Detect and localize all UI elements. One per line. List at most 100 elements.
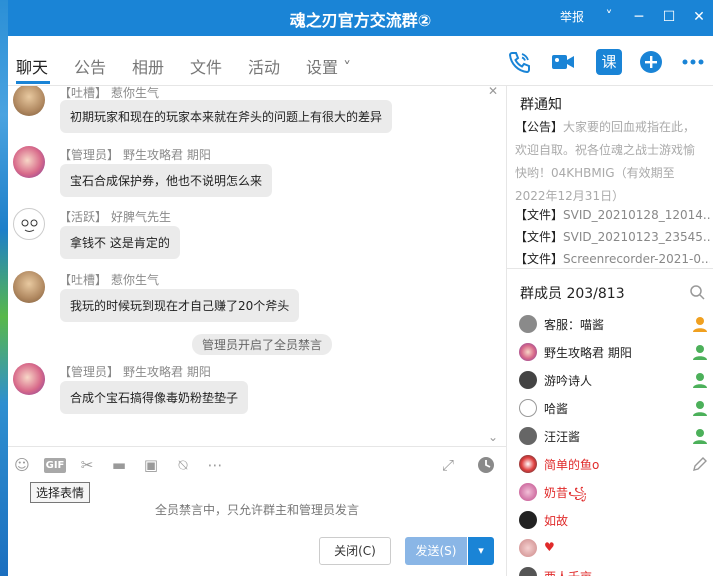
file-item[interactable]: 【文件】SVID_20210123_23545...: [515, 228, 710, 245]
history-clock-icon[interactable]: [476, 455, 496, 475]
member-item[interactable]: 哈酱: [519, 397, 709, 421]
search-icon[interactable]: [689, 284, 705, 300]
folder-icon[interactable]: ▬: [109, 455, 129, 475]
video-icon[interactable]: [550, 49, 576, 75]
more-icon[interactable]: [680, 49, 706, 75]
group-notice[interactable]: 【公告】大家要的回血戒指在此，欢迎自取。祝各位魂之战士游戏愉快哟！04KHBMI…: [515, 116, 705, 208]
member-nick[interactable]: 野生攻略君 期阳: [123, 365, 211, 379]
muted-info-text: 全员禁言中，只允许群主和管理员发言: [154, 503, 359, 517]
title-bar: 魂之刃官方交流群② 举报 ˅ ─ ☐ ✕: [8, 0, 713, 36]
member-item[interactable]: 游吟诗人: [519, 369, 709, 393]
scissors-icon[interactable]: ✂: [77, 455, 97, 475]
image-icon[interactable]: ▣: [141, 455, 161, 475]
member-name: 哈酱: [544, 402, 569, 416]
file-name: SVID_20210123_23545...: [563, 230, 710, 244]
avatar: [519, 399, 537, 417]
avatar: [519, 455, 537, 473]
maximize-button[interactable]: ☐: [658, 6, 680, 28]
member-name: ♥: [544, 540, 555, 554]
member-item[interactable]: 汪汪酱: [519, 425, 709, 449]
message-bubble: 初期玩家和现在的玩家本来就在斧头的问题上有很大的差异: [60, 100, 393, 133]
emoji-icon[interactable]: ☺: [12, 455, 32, 475]
member-name: 汪汪酱: [544, 430, 581, 444]
message-bubble: 宝石合成保护券，他也不说明怎么来: [60, 164, 273, 197]
tab-activities[interactable]: 活动: [248, 54, 280, 78]
file-item[interactable]: 【文件】SVID_20210128_12014...: [515, 206, 710, 223]
avatar: [519, 371, 537, 389]
admin-badge-icon: [693, 429, 707, 444]
avatar[interactable]: [13, 146, 45, 178]
avatar: [519, 511, 537, 529]
member-nick[interactable]: 惹你生气: [111, 86, 159, 100]
members-title: 群成员 203/813: [520, 286, 625, 302]
phone-icon[interactable]: [506, 49, 532, 75]
divider: [507, 268, 713, 269]
divider: [8, 446, 506, 447]
avatar: [519, 315, 537, 333]
file-tag: 【文件】: [515, 230, 564, 244]
close-small-icon[interactable]: ✕: [488, 86, 498, 98]
close-button[interactable]: 关闭(C): [319, 537, 391, 565]
member-nick[interactable]: 野生攻略君 期阳: [123, 148, 211, 162]
avatar[interactable]: [13, 271, 45, 303]
member-name: 如故: [544, 514, 569, 528]
member-name: 西人千亩: [544, 568, 592, 576]
member-item[interactable]: 简单的鱼o: [519, 453, 709, 477]
file-name: SVID_20210128_12014...: [563, 208, 710, 222]
tab-album[interactable]: 相册: [132, 54, 164, 78]
member-role: 【吐槽】: [59, 86, 108, 100]
notice-tag: 【公告】: [515, 120, 564, 134]
chat-message-area[interactable]: ✕ 【吐槽】 惹你生气 初期玩家和现在的玩家本来就在斧头的问题上有很大的差异 【管…: [8, 86, 506, 446]
member-item[interactable]: 西人千亩: [519, 565, 709, 576]
member-name: 简单的鱼o: [544, 458, 600, 472]
tab-bar: 聊天 公告 相册 文件 活动 设置 ˅ 课: [8, 36, 713, 86]
more-tools-icon[interactable]: ⋯: [205, 455, 225, 475]
member-name: 奶昔꧁: [544, 486, 587, 500]
member-role: 【吐槽】: [59, 273, 108, 287]
system-notice: 管理员开启了全员禁言: [192, 334, 333, 355]
class-icon[interactable]: 课: [596, 49, 622, 75]
message-bubble: 拿钱不 这是肯定的: [60, 226, 180, 259]
expand-icon[interactable]: ⤢: [438, 455, 458, 475]
chevron-down-icon[interactable]: ˅: [598, 6, 620, 28]
active-tab-indicator: [16, 81, 50, 84]
member-item[interactable]: 野生攻略君 期阳: [519, 341, 709, 365]
avatar[interactable]: [13, 363, 45, 395]
message-meta: 【活跃】 好脾气先生: [59, 208, 171, 225]
member-item[interactable]: 如故: [519, 509, 709, 533]
tab-files[interactable]: 文件: [190, 54, 222, 78]
add-icon[interactable]: [638, 49, 664, 75]
message-meta: 【管理员】 野生攻略君 期阳: [59, 363, 211, 380]
member-item[interactable]: 奶昔꧁: [519, 481, 709, 505]
send-options-button[interactable]: ▾: [467, 537, 494, 565]
avatar[interactable]: [13, 208, 45, 240]
avatar: [519, 539, 537, 557]
avatar: [519, 483, 537, 501]
owner-badge-icon: [693, 317, 707, 332]
member-role: 【管理员】: [59, 148, 120, 162]
member-name: 游吟诗人: [544, 374, 593, 388]
file-item[interactable]: 【文件】Screenrecorder-2021-0...: [515, 250, 710, 267]
member-nick[interactable]: 惹你生气: [111, 273, 159, 287]
admin-badge-icon: [693, 401, 707, 416]
send-button[interactable]: 发送(S): [405, 537, 467, 565]
gif-icon[interactable]: GIF: [44, 458, 66, 473]
tab-settings[interactable]: 设置 ˅: [306, 54, 351, 78]
member-nick[interactable]: 好脾气先生: [111, 210, 171, 224]
message-meta: 【管理员】 野生攻略君 期阳: [59, 146, 211, 163]
member-item[interactable]: ♥: [519, 537, 709, 561]
right-panel: 群通知 【公告】大家要的回血戒指在此，欢迎自取。祝各位魂之战士游戏愉快哟！04K…: [507, 86, 713, 576]
scroll-down-icon[interactable]: ⌄: [488, 430, 498, 444]
tab-announcement[interactable]: 公告: [74, 54, 106, 78]
avatar[interactable]: [13, 86, 45, 116]
tab-chat[interactable]: 聊天: [16, 54, 48, 78]
minimize-button[interactable]: ─: [628, 6, 650, 28]
close-window-button[interactable]: ✕: [688, 6, 710, 28]
report-link[interactable]: 举报: [560, 8, 584, 25]
avatar: [519, 343, 537, 361]
message-meta: 【吐槽】 惹你生气: [59, 271, 159, 288]
edit-icon[interactable]: [691, 455, 709, 473]
file-name: Screenrecorder-2021-0...: [563, 252, 710, 266]
mute-notification-icon[interactable]: ⍉: [173, 455, 193, 475]
member-item[interactable]: 客服：喵酱: [519, 313, 709, 337]
